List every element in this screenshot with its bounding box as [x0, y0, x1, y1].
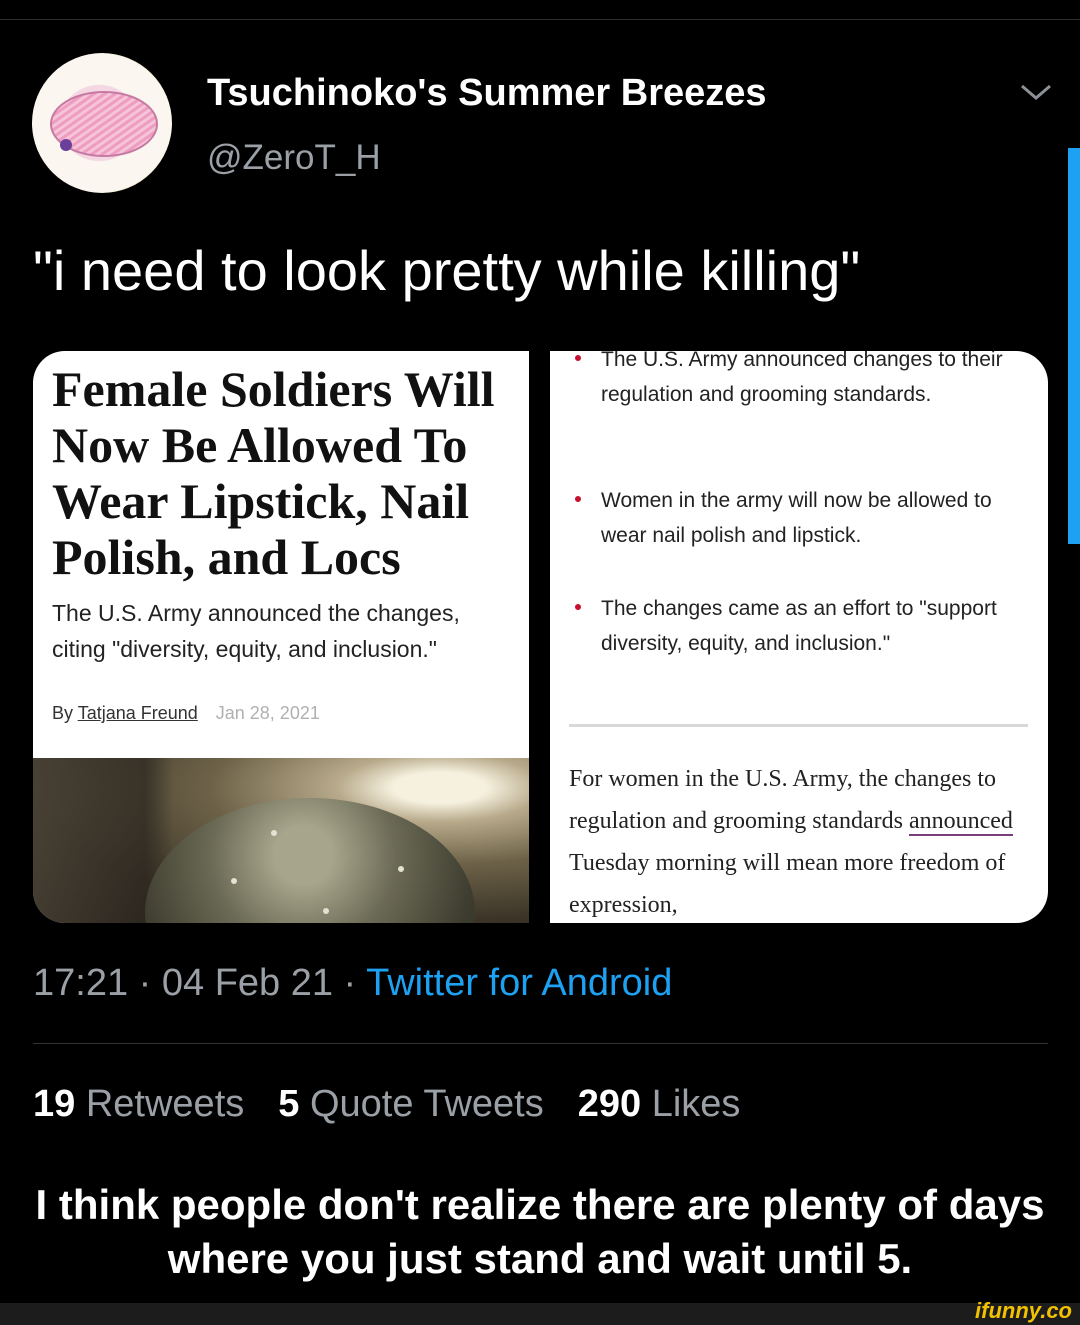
quotes-count: 5 — [278, 1083, 300, 1125]
byline-label: By — [52, 703, 78, 723]
summary-bullet: The U.S. Army announced changes to their… — [575, 351, 1031, 412]
article-byline: By Tatjana Freund Jan 28, 2021 — [52, 703, 320, 724]
likes-stat[interactable]: 290 Likes — [578, 1083, 741, 1125]
article-divider — [569, 724, 1028, 727]
bullet-dot — [575, 604, 581, 610]
stats-divider — [33, 1043, 1048, 1044]
article-date: Jan 28, 2021 — [215, 703, 320, 723]
ifunny-watermark: ifunny.co — [975, 1298, 1072, 1323]
article-screenshot-left[interactable]: Female Soldiers Will Now Be Allowed To W… — [33, 351, 529, 923]
raindrop — [231, 878, 237, 884]
body-link[interactable]: announced — [908, 808, 1013, 836]
meme-caption: I think people don't realize there are p… — [35, 1181, 1045, 1282]
summary-bullet: The changes came as an effort to "suppor… — [575, 591, 1031, 661]
scrollbar[interactable] — [1068, 148, 1080, 544]
chevron-down-icon[interactable] — [1018, 80, 1054, 104]
bullet-text: The U.S. Army announced changes to their… — [601, 351, 1003, 406]
tweet-meta: 17:21 · 04 Feb 21 · Twitter for Android — [33, 962, 672, 1005]
tweet-timestamp[interactable]: 17:21 · 04 Feb 21 · — [33, 962, 366, 1004]
raindrop — [398, 866, 404, 872]
retweets-label: Retweets — [85, 1083, 245, 1125]
body-text-end: Tuesday morning will mean more freedom o… — [569, 850, 1006, 918]
likes-label: Likes — [651, 1083, 741, 1125]
quotes-label: Quote Tweets — [309, 1083, 544, 1125]
tweet-text: "i need to look pretty while killing" — [33, 239, 861, 302]
article-screenshot-right[interactable]: The U.S. Army announced changes to their… — [550, 351, 1048, 923]
helmet — [145, 798, 475, 923]
article-author[interactable]: Tatjana Freund — [78, 703, 198, 723]
bullet-text: Women in the army will now be allowed to… — [601, 489, 992, 547]
tweet-source[interactable]: Twitter for Android — [366, 962, 672, 1004]
article-subhead: The U.S. Army announced the changes, cit… — [52, 600, 460, 662]
raindrop — [323, 908, 329, 914]
author-name[interactable]: Tsuchinoko's Summer Breezes — [207, 72, 767, 115]
bullet-text: The changes came as an effort to "suppor… — [601, 597, 997, 655]
footer-bar — [0, 1303, 1080, 1325]
bullet-dot — [575, 496, 581, 502]
article-headline: Female Soldiers Will Now Be Allowed To W… — [52, 361, 495, 585]
bullet-dot — [575, 355, 581, 361]
top-divider — [0, 19, 1080, 20]
summary-bullet: Women in the army will now be allowed to… — [575, 483, 1031, 553]
retweets-count: 19 — [33, 1083, 76, 1125]
article-body: For women in the U.S. Army, the changes … — [569, 758, 1039, 923]
avatar[interactable] — [32, 53, 172, 193]
tweet-stats: 19 Retweets 5 Quote Tweets 290 Likes — [33, 1083, 740, 1126]
article-photo — [33, 758, 529, 923]
quotes-stat[interactable]: 5 Quote Tweets — [278, 1083, 543, 1125]
raindrop — [271, 830, 277, 836]
likes-count: 290 — [577, 1083, 642, 1125]
author-handle[interactable]: @ZeroT_H — [207, 138, 381, 178]
avatar-eye — [60, 139, 72, 151]
retweets-stat[interactable]: 19 Retweets — [33, 1083, 244, 1125]
